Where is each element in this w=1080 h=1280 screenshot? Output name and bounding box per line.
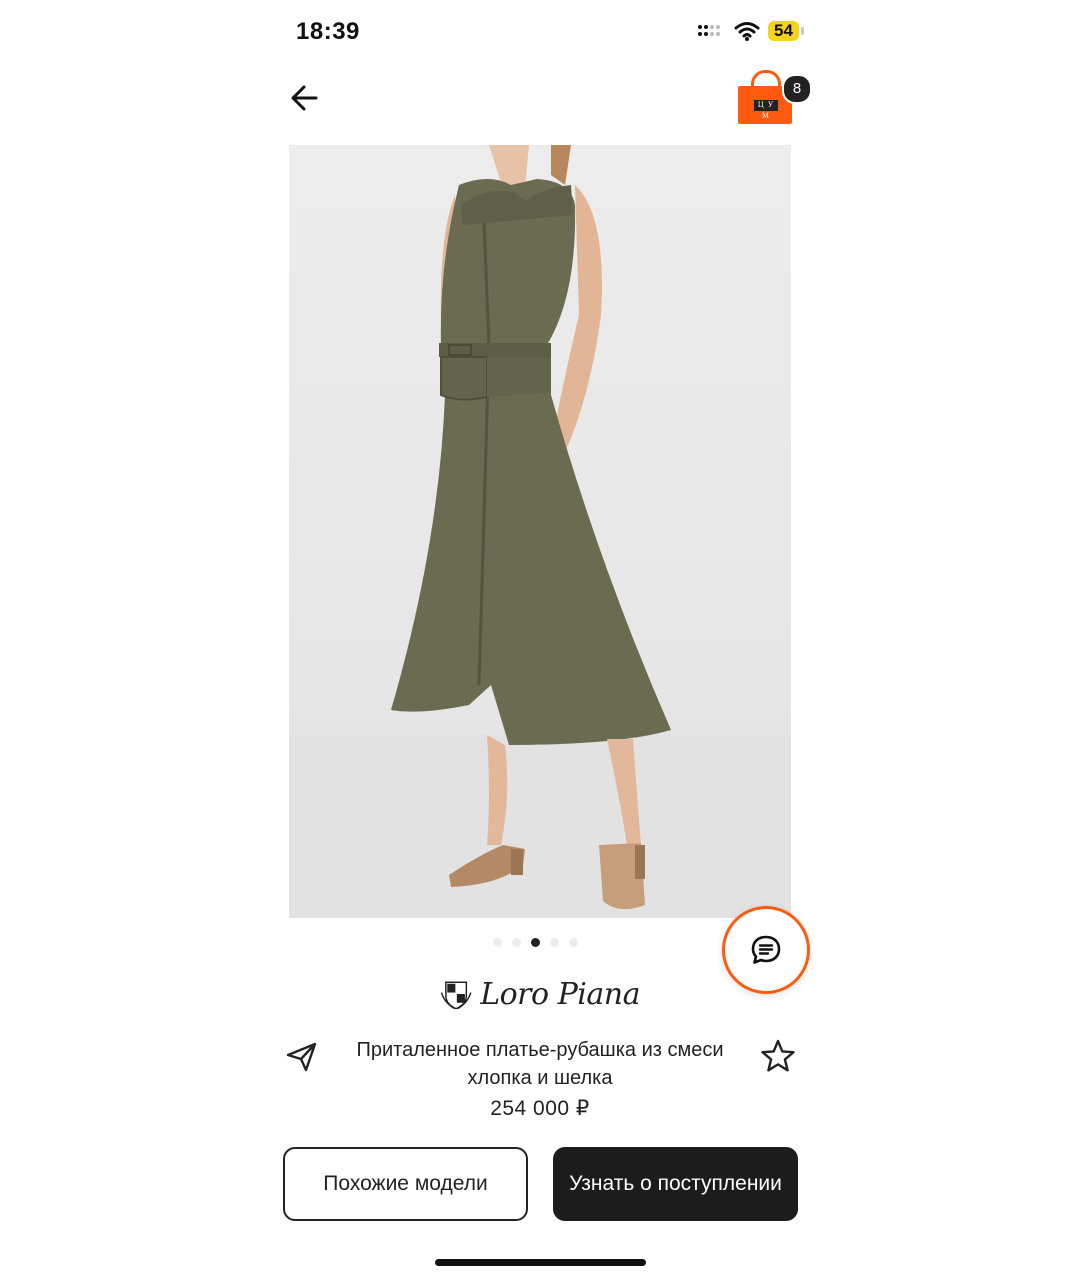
top-bar: Ц У М 8 xyxy=(0,64,1080,136)
product-price: 254 000 ₽ xyxy=(490,1097,590,1120)
cart-count-badge: 8 xyxy=(782,74,812,104)
carousel-dot[interactable] xyxy=(512,938,521,947)
carousel-dots[interactable] xyxy=(493,938,578,947)
brand-name: Loro Piana xyxy=(480,976,640,1012)
favorite-button[interactable] xyxy=(760,1038,796,1074)
brand-logo[interactable]: Loro Piana xyxy=(440,968,640,1020)
battery-level: 54 xyxy=(774,21,793,40)
product-title: Приталенное платье-рубашка из смеси хлоп… xyxy=(356,1039,724,1089)
carousel-dot[interactable] xyxy=(569,938,578,947)
arrow-left-icon xyxy=(291,85,318,111)
carousel-dot[interactable] xyxy=(550,938,559,947)
cart-button[interactable]: Ц У М 8 xyxy=(738,70,812,126)
status-time: 18:39 xyxy=(296,18,360,45)
wifi-icon xyxy=(734,22,760,41)
status-bar: 18:39 54 xyxy=(0,0,1080,64)
status-icons: 54 xyxy=(698,20,804,42)
brand-crest-icon xyxy=(440,981,472,1010)
cart-logo: Ц У М xyxy=(754,100,778,120)
chat-button[interactable] xyxy=(722,906,810,994)
chat-bubble-icon xyxy=(751,935,781,964)
product-image[interactable] xyxy=(289,145,791,918)
home-indicator xyxy=(435,1259,646,1266)
battery-icon: 54 xyxy=(768,21,804,41)
product-photo xyxy=(289,145,791,918)
signal-icon xyxy=(698,21,726,41)
notify-arrival-button[interactable]: Узнать о поступлении xyxy=(553,1147,798,1221)
star-icon xyxy=(761,1039,795,1072)
paper-plane-icon xyxy=(286,1042,317,1072)
back-button[interactable] xyxy=(284,78,328,118)
share-button[interactable] xyxy=(284,1038,320,1074)
carousel-dot-active[interactable] xyxy=(531,938,540,947)
carousel-dot[interactable] xyxy=(493,938,502,947)
similar-models-button[interactable]: Похожие модели xyxy=(283,1147,528,1221)
